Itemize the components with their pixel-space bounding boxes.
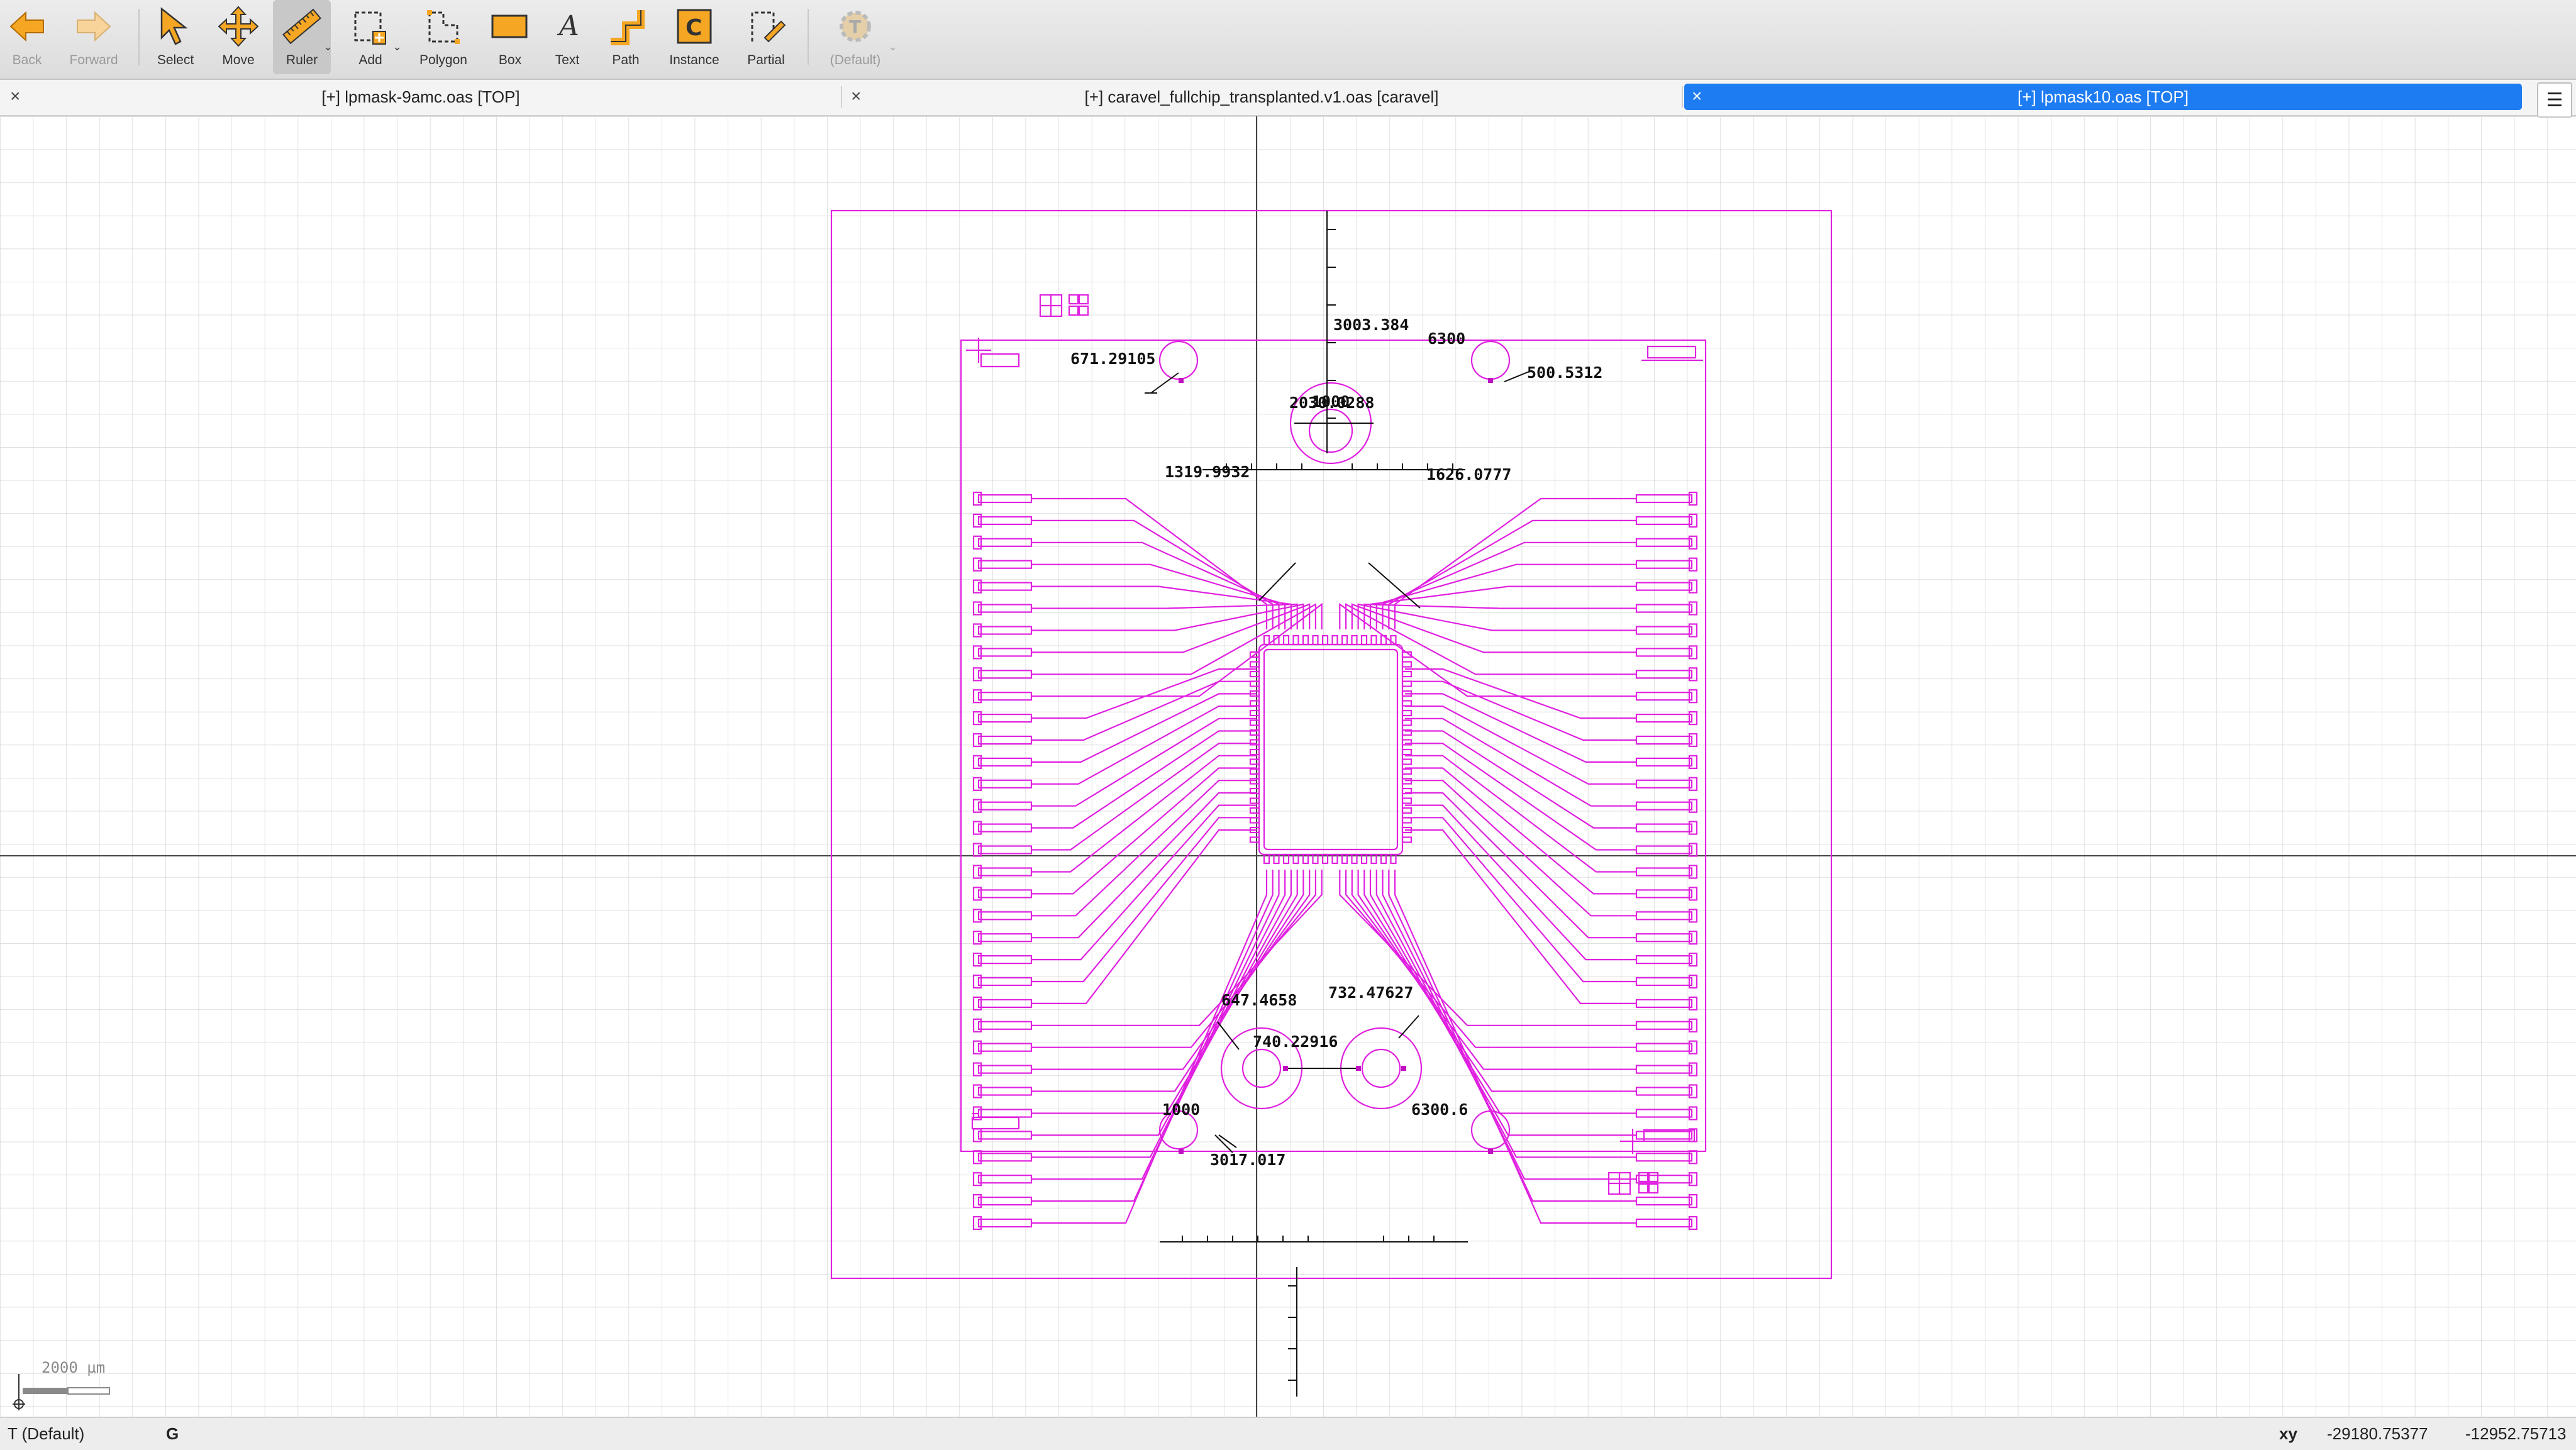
tab-label: [+] lpmask-9amc.oas [TOP] <box>321 87 520 106</box>
hamburger-menu-icon[interactable]: ☰ <box>2537 82 2572 118</box>
instance-tool-button[interactable]: C Instance <box>663 0 726 74</box>
tab-lpmask-9amc[interactable]: × [+] lpmask-9amc.oas [TOP] <box>3 84 839 110</box>
layer-status[interactable]: T (Default) <box>8 1424 84 1444</box>
tab-divider <box>841 86 842 108</box>
tab-caravel-fullchip[interactable]: × [+] caravel_fullchip_transplanted.v1.o… <box>843 84 1680 110</box>
measurement-label[interactable]: 6300 <box>1428 329 1465 348</box>
tab-divider <box>1682 86 1683 108</box>
measurement-label[interactable]: 1319.9932 <box>1165 463 1250 481</box>
gear-t-icon: T <box>831 3 879 50</box>
svg-text:A: A <box>557 10 579 42</box>
default-dropdown-icon[interactable]: ⌄ <box>888 40 897 53</box>
select-tool-button[interactable]: Select <box>148 0 203 74</box>
toolbar: Back Forward Select Move Ruler ⌄ Add ⌄ P… <box>0 0 2576 80</box>
add-tool-button[interactable]: Add <box>345 0 396 74</box>
path-icon <box>602 3 650 50</box>
cursor-arrow-icon <box>152 3 199 50</box>
measurement-label[interactable]: 671.29105 <box>1070 350 1155 368</box>
measurement-label[interactable]: 500.5312 <box>1527 363 1602 382</box>
move-tool-button[interactable]: Move <box>211 0 265 74</box>
svg-text:C: C <box>686 15 702 41</box>
text-a-icon: A <box>543 3 591 50</box>
tab-label: [+] caravel_fullchip_transplanted.v1.oas… <box>1084 87 1439 106</box>
background-grid <box>0 116 2576 1417</box>
polygon-icon <box>419 3 467 50</box>
close-icon[interactable]: × <box>1692 86 1702 106</box>
back-arrow-icon <box>3 3 51 50</box>
partial-tool-button[interactable]: Partial <box>735 0 797 74</box>
measurement-label[interactable]: 647.4658 <box>1221 991 1297 1009</box>
default-macro-button[interactable]: T (Default) <box>818 0 893 74</box>
grid-mode[interactable]: G <box>166 1424 179 1444</box>
add-dropdown-icon[interactable]: ⌄ <box>392 40 402 53</box>
coord-x: -29180.75377 <box>2327 1424 2428 1443</box>
close-icon[interactable]: × <box>10 86 20 106</box>
measurement-label[interactable]: 1626.0777 <box>1426 465 1511 484</box>
measurement-label[interactable]: 6300.6 <box>1411 1100 1468 1119</box>
svg-text:T: T <box>849 16 861 37</box>
ruler-tool-button[interactable]: Ruler <box>273 0 331 74</box>
toolbar-divider <box>138 9 140 65</box>
measurement-label[interactable]: 740.22916 <box>1253 1032 1338 1051</box>
back-button[interactable]: Back <box>5 0 49 74</box>
tab-lpmask10[interactable]: × [+] lpmask10.oas [TOP] <box>1684 84 2522 110</box>
ruler-dropdown-icon[interactable]: ⌄ <box>323 40 333 53</box>
partial-edit-icon <box>742 3 790 50</box>
path-tool-button[interactable]: Path <box>599 0 653 74</box>
ruler-icon <box>278 3 326 50</box>
move-cross-icon <box>214 3 262 50</box>
tab-label: [+] lpmask10.oas [TOP] <box>2018 87 2189 106</box>
toolbar-divider <box>808 9 809 65</box>
close-icon[interactable]: × <box>851 86 861 106</box>
layout-canvas[interactable]: 3003.384 6300 671.29105 500.5312 2030.02… <box>0 116 2576 1417</box>
text-tool-button[interactable]: A Text <box>543 0 591 74</box>
box-tool-button[interactable]: Box <box>483 0 537 74</box>
forward-button[interactable]: Forward <box>65 0 122 74</box>
measurement-label[interactable]: 1000 <box>1312 392 1350 411</box>
measurement-label[interactable]: 732.47627 <box>1328 983 1413 1002</box>
scale-bar-label: 2000 µm <box>42 1359 105 1376</box>
add-shape-icon <box>347 3 394 50</box>
measurement-label[interactable]: 3003.384 <box>1333 316 1409 334</box>
measurement-label[interactable]: 3017.017 <box>1210 1151 1285 1169</box>
measurement-label[interactable]: 1000 <box>1162 1100 1200 1119</box>
forward-arrow-icon <box>70 3 118 50</box>
coord-mode[interactable]: xy <box>2279 1424 2297 1444</box>
box-icon <box>486 3 534 50</box>
coord-y: -12952.75713 <box>2465 1424 2567 1443</box>
instance-c-icon: C <box>670 3 718 50</box>
tab-bar: × [+] lpmask-9amc.oas [TOP] × [+] carave… <box>0 80 2576 116</box>
status-bar: T (Default) G xy -29180.75377 -12952.757… <box>0 1417 2576 1450</box>
polygon-tool-button[interactable]: Polygon <box>410 0 477 74</box>
